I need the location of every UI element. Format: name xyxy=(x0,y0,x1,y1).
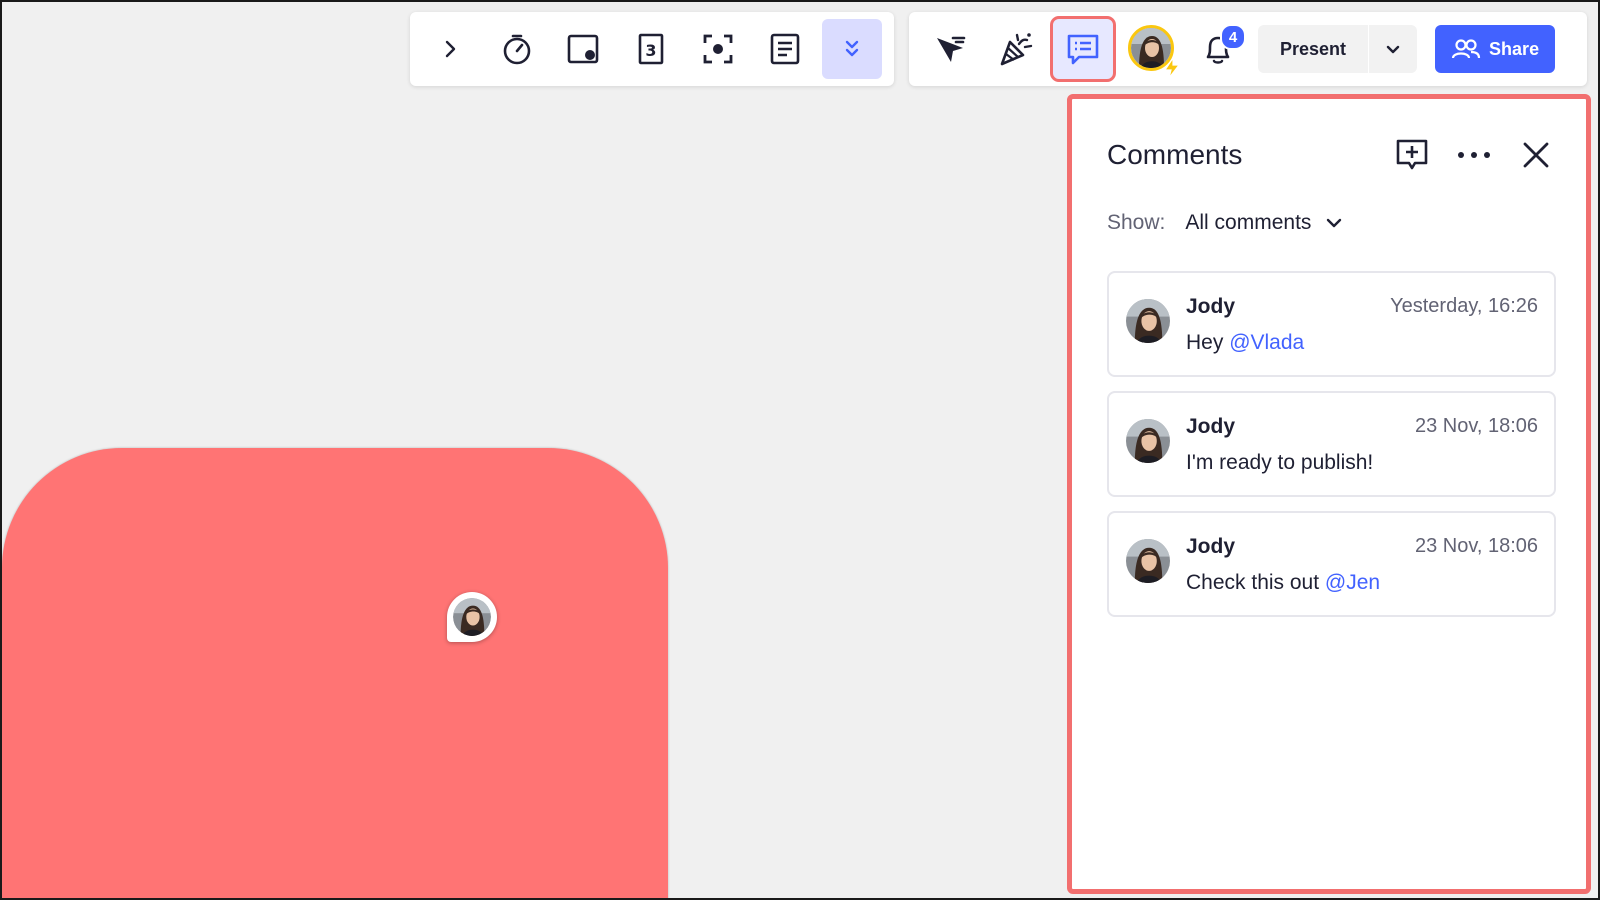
chevron-right-icon xyxy=(445,40,456,58)
comment-author: Jody xyxy=(1186,295,1236,318)
share-label: Share xyxy=(1489,38,1540,59)
comment-card[interactable]: Jody 23 Nov, 18:06 I'm ready to publish! xyxy=(1107,391,1556,497)
comments-panel: Comments Show: All comments Jody Yesterd… xyxy=(1067,94,1591,894)
timer-icon xyxy=(503,34,531,65)
cursor-visibility-button[interactable] xyxy=(919,19,979,79)
comments-toggle-button[interactable] xyxy=(1050,16,1116,82)
add-comment-button[interactable] xyxy=(1392,135,1432,175)
comment-author-avatar xyxy=(1126,539,1170,583)
card-button[interactable] xyxy=(554,19,614,79)
present-group: Present xyxy=(1258,25,1418,73)
reactions-button[interactable] xyxy=(986,19,1046,79)
svg-text:3: 3 xyxy=(645,41,656,60)
notes-icon xyxy=(770,33,800,65)
timer-button[interactable] xyxy=(487,19,547,79)
more-horizontal-icon xyxy=(1458,152,1490,158)
comments-panel-header: Comments xyxy=(1107,135,1556,175)
present-options-button[interactable] xyxy=(1369,25,1417,73)
comment-text-body: I'm ready to publish! xyxy=(1186,451,1374,474)
expand-toolbar-button[interactable] xyxy=(420,19,480,79)
close-icon xyxy=(1523,142,1549,168)
comment-author: Jody xyxy=(1186,535,1236,558)
comment-timestamp: 23 Nov, 18:06 xyxy=(1414,415,1538,437)
comment-text-body: Check this out xyxy=(1186,571,1325,594)
filter-value: All comments xyxy=(1185,211,1312,234)
comment-mention[interactable]: @Jen xyxy=(1325,571,1380,594)
more-options-button[interactable] xyxy=(1454,135,1494,175)
focus-frame-icon xyxy=(703,34,733,64)
chevron-down-icon xyxy=(1386,45,1400,54)
double-chevron-down-icon xyxy=(845,40,859,57)
collaboration-toolbar: 3 xyxy=(410,12,894,86)
voting-button[interactable]: 3 xyxy=(621,19,681,79)
present-button[interactable]: Present xyxy=(1258,25,1368,73)
card-icon xyxy=(567,34,599,64)
more-tools-button[interactable] xyxy=(822,19,882,79)
comment-filter: Show: All comments xyxy=(1107,211,1343,235)
canvas-shape[interactable] xyxy=(2,448,668,900)
user-avatar[interactable] xyxy=(1128,25,1181,79)
filter-dropdown[interactable]: All comments xyxy=(1185,211,1343,235)
comment-mention[interactable]: @Vlada xyxy=(1229,331,1304,354)
comment-text: I'm ready to publish! xyxy=(1186,451,1373,475)
board-actions-toolbar: 4 Present Share xyxy=(909,12,1587,86)
lightning-icon xyxy=(1163,57,1181,79)
comment-list: Jody Yesterday, 16:26 Hey @Vlada Jody 23… xyxy=(1107,271,1556,631)
comments-icon xyxy=(1067,34,1099,65)
share-button[interactable]: Share xyxy=(1435,25,1556,73)
notes-button[interactable] xyxy=(755,19,815,79)
chevron-down-icon xyxy=(1327,218,1342,228)
cursor-icon xyxy=(937,36,966,62)
comment-author-avatar xyxy=(1126,419,1170,463)
comment-timestamp: Yesterday, 16:26 xyxy=(1390,295,1538,317)
users-icon xyxy=(1451,39,1481,59)
focus-button[interactable] xyxy=(688,19,748,79)
comment-text: Check this out @Jen xyxy=(1186,571,1380,595)
comment-text-body: Hey xyxy=(1186,331,1230,354)
add-comment-icon xyxy=(1396,139,1428,170)
comment-text: Hey @Vlada xyxy=(1186,331,1304,355)
voting-icon: 3 xyxy=(638,33,664,65)
comment-author: Jody xyxy=(1186,415,1236,438)
panel-title: Comments xyxy=(1107,139,1243,170)
comment-timestamp: 23 Nov, 18:06 xyxy=(1414,535,1538,557)
filter-label: Show: xyxy=(1107,211,1166,234)
notification-count-badge: 4 xyxy=(1220,24,1246,50)
party-popper-icon xyxy=(1000,33,1033,66)
comment-pin-avatar xyxy=(453,598,491,636)
close-panel-button[interactable] xyxy=(1516,135,1556,175)
comment-card[interactable]: Jody 23 Nov, 18:06 Check this out @Jen xyxy=(1107,511,1556,617)
comment-author-avatar xyxy=(1126,299,1170,343)
comment-card[interactable]: Jody Yesterday, 16:26 Hey @Vlada xyxy=(1107,271,1556,377)
comment-pin[interactable] xyxy=(447,592,497,642)
notifications-button[interactable]: 4 xyxy=(1188,19,1248,79)
